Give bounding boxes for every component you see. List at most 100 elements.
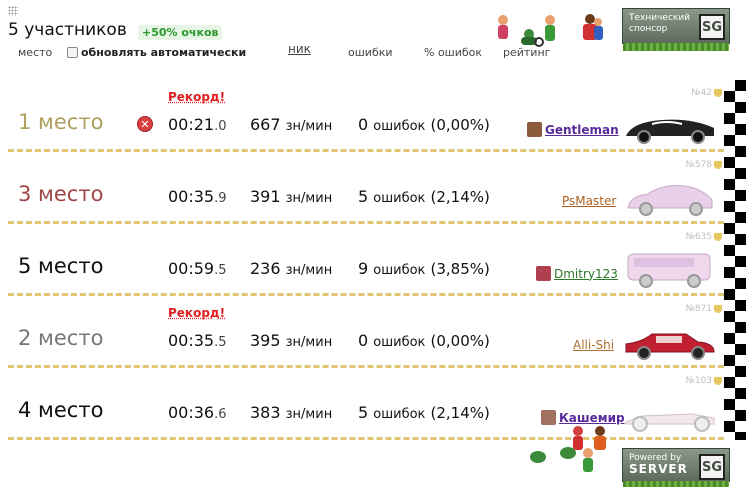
typing-speed: 236 зн/мин xyxy=(250,259,332,278)
player-nick-link[interactable]: PsMaster xyxy=(562,194,616,208)
player-nick: Gentleman xyxy=(545,122,619,137)
error-stats: 0 ошибок (0,00%) xyxy=(358,331,490,350)
race-time: 00:21.0 xyxy=(168,115,227,134)
powered-by-banner[interactable]: Powered by SERVER SG xyxy=(622,448,730,487)
error-percent: (2,14%) xyxy=(430,404,490,422)
time-main: 00:36 xyxy=(168,403,215,422)
speed-value: 391 xyxy=(250,187,281,206)
trophy-icon xyxy=(714,161,722,169)
race-time: 00:35.5 xyxy=(168,331,227,350)
error-stats: 0 ошибок (0,00%) xyxy=(358,115,490,134)
auto-refresh-toggle[interactable]: обновлять автоматически xyxy=(67,46,246,59)
race-time: 00:36.6 xyxy=(168,403,227,422)
time-main: 00:35 xyxy=(168,331,215,350)
speed-unit: зн/мин xyxy=(285,407,333,422)
time-main: 00:21 xyxy=(168,115,215,134)
speed-value: 667 xyxy=(250,115,281,134)
avatar xyxy=(536,266,551,281)
error-count: 0 xyxy=(358,115,369,134)
rank-number: №103 xyxy=(685,376,712,386)
result-row: 1 место ✕ Рекорд! 00:21.0 667 зн/мин 0 о… xyxy=(0,80,724,152)
powered-logo: SG xyxy=(699,454,725,480)
rank-number: №578 xyxy=(685,160,712,170)
player-nick-link[interactable]: Alli-Shi xyxy=(573,338,614,352)
time-main: 00:35 xyxy=(168,187,215,206)
time-main: 00:59 xyxy=(168,259,215,278)
error-stats: 5 ошибок (2,14%) xyxy=(358,403,490,422)
auto-refresh-label: обновлять автоматически xyxy=(81,46,247,59)
time-ms: .0 xyxy=(214,119,227,134)
typing-speed: 667 зн/мин xyxy=(250,115,332,134)
error-unit: ошибок xyxy=(373,263,426,278)
result-row: 5 место 00:59.5 236 зн/мин 9 ошибок (3,8… xyxy=(0,224,724,296)
speed-value: 395 xyxy=(250,331,281,350)
typing-speed: 391 зн/мин xyxy=(250,187,332,206)
avatar xyxy=(527,122,542,137)
sponsor-banner[interactable]: Технический спонсор SG xyxy=(622,8,730,51)
trophy-icon xyxy=(714,233,722,241)
spectators-icon xyxy=(498,14,603,47)
grass-decoration xyxy=(623,43,729,51)
rank-number: №42 xyxy=(691,88,712,98)
spectators-icon xyxy=(530,426,606,472)
race-time: 00:35.9 xyxy=(168,187,227,206)
speed-unit: зн/мин xyxy=(285,263,333,278)
player-nick: Кашемир xyxy=(559,410,625,425)
column-error-pct: % ошибок xyxy=(424,46,483,59)
error-unit: ошибок xyxy=(373,407,426,422)
result-row: 2 место Рекорд! 00:35.5 395 зн/мин 0 оши… xyxy=(0,296,724,368)
error-percent: (0,00%) xyxy=(430,332,490,350)
player-rank: №42 xyxy=(691,88,722,98)
player-rank: №578 xyxy=(685,160,722,170)
formula-car-icon xyxy=(625,413,715,432)
speed-unit: зн/мин xyxy=(285,191,333,206)
player-nick: Dmitry123 xyxy=(554,266,618,281)
bonus-badge: +50% очков xyxy=(138,25,223,40)
speed-value: 236 xyxy=(250,259,281,278)
player-rank: №103 xyxy=(685,376,722,386)
record-badge[interactable]: Рекорд! xyxy=(168,90,225,104)
rank-number: №871 xyxy=(685,304,712,314)
drag-handle-icon[interactable] xyxy=(8,6,18,16)
pink-hatchback-icon xyxy=(627,185,713,216)
time-ms: .9 xyxy=(214,191,227,206)
error-count: 5 xyxy=(358,403,369,422)
avatar xyxy=(541,410,556,425)
time-ms: .5 xyxy=(214,335,227,350)
record-badge[interactable]: Рекорд! xyxy=(168,306,225,320)
place-label: 5 место xyxy=(18,254,104,278)
column-place: место xyxy=(18,46,53,59)
place-label: 4 место xyxy=(18,398,104,422)
speed-unit: зн/мин xyxy=(285,335,333,350)
error-stats: 9 ошибок (3,85%) xyxy=(358,259,490,278)
speed-value: 383 xyxy=(250,403,281,422)
result-row: 3 место 00:35.9 391 зн/мин 5 ошибок (2,1… xyxy=(0,152,724,224)
result-row: 4 место 00:36.6 383 зн/мин 5 ошибок (2,1… xyxy=(0,368,724,440)
error-percent: (3,85%) xyxy=(430,260,490,278)
time-ms: .6 xyxy=(214,407,227,422)
player-nick-link[interactable]: Кашемир xyxy=(541,410,625,425)
player-rank: №635 xyxy=(685,232,722,242)
pink-minibus-icon xyxy=(627,253,711,288)
player-nick: Alli-Shi xyxy=(573,338,615,352)
close-icon[interactable]: ✕ xyxy=(137,116,153,132)
error-count: 0 xyxy=(358,331,369,350)
typing-speed: 395 зн/мин xyxy=(250,331,332,350)
rank-number: №635 xyxy=(685,232,712,242)
race-time: 00:59.5 xyxy=(168,259,227,278)
error-unit: ошибок xyxy=(373,119,426,134)
error-count: 5 xyxy=(358,187,369,206)
column-errors: ошибки xyxy=(348,46,393,59)
trophy-icon xyxy=(714,305,722,313)
player-nick-link[interactable]: Dmitry123 xyxy=(536,266,618,281)
player-nick-link[interactable]: Gentleman xyxy=(527,122,619,137)
place-label: 1 место xyxy=(18,110,104,134)
place-label: 3 место xyxy=(18,182,104,206)
trophy-icon xyxy=(714,89,722,97)
auto-refresh-checkbox[interactable] xyxy=(67,47,78,58)
participants-title: 5 участников xyxy=(8,20,127,40)
error-unit: ошибок xyxy=(373,335,426,350)
player-nick: PsMaster xyxy=(562,194,617,208)
error-stats: 5 ошибок (2,14%) xyxy=(358,187,490,206)
error-unit: ошибок xyxy=(373,191,426,206)
